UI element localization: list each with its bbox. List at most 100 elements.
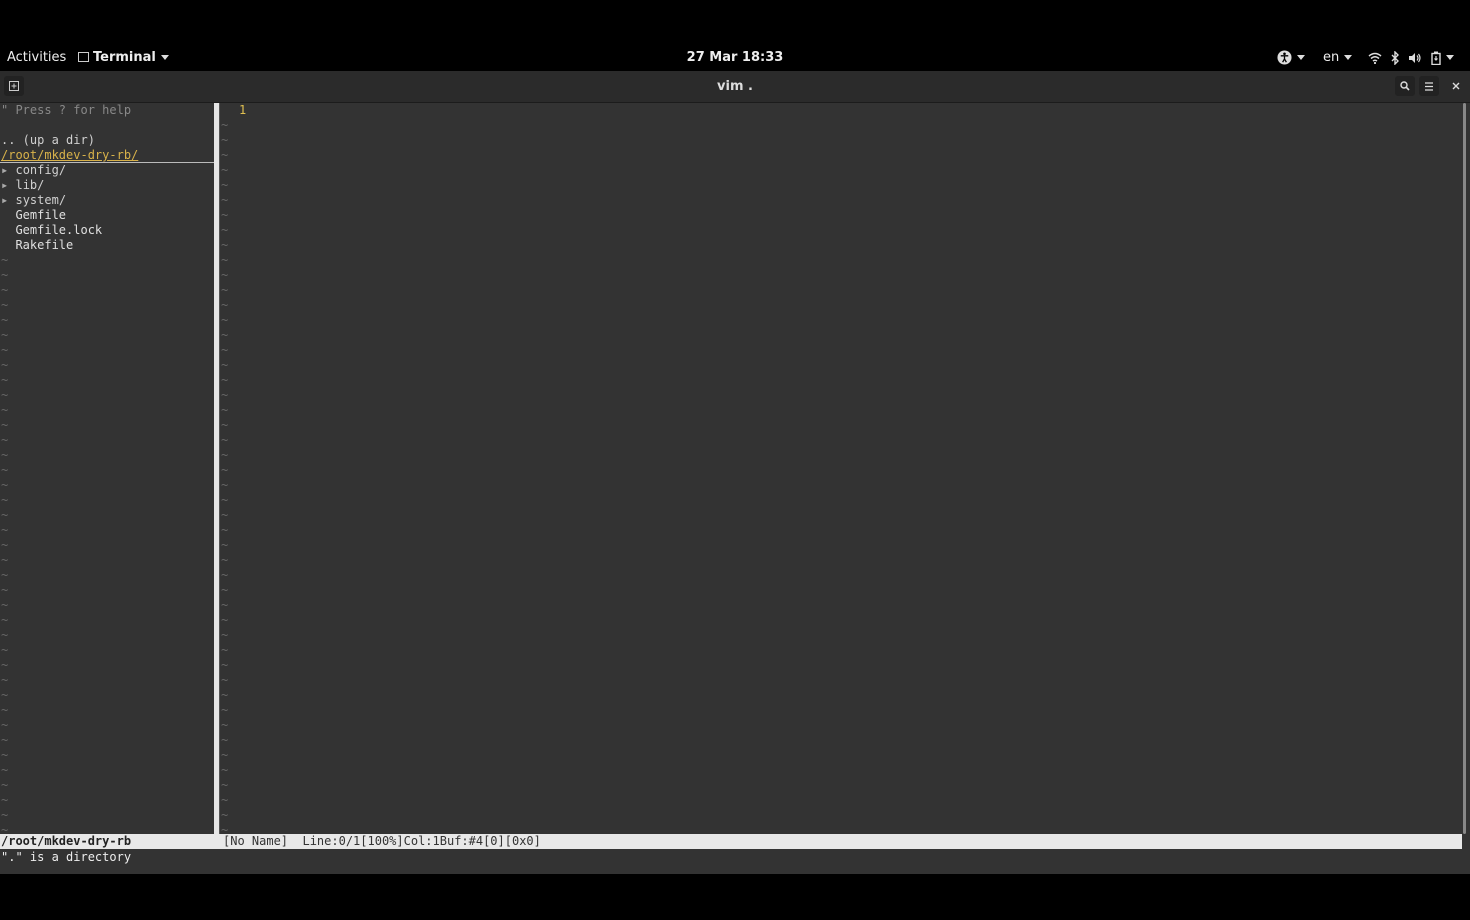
- command-line[interactable]: "." is a directory: [0, 850, 131, 865]
- empty-lines: ~ ~ ~ ~ ~ ~ ~ ~ ~ ~ ~ ~ ~ ~ ~ ~ ~ ~ ~ ~ ~ ~ ~ ~ ~ ~ ~ ~ ~ ~ ~ ~ ~ ~ ~ ~ ~ ~ ~: [0, 253, 214, 833]
- empty-line-marker: ~: [221, 223, 229, 237]
- empty-line-marker: ~: [221, 823, 229, 833]
- tree-item-label: lib/: [15, 178, 45, 192]
- close-button[interactable]: [1446, 76, 1466, 96]
- tree-item[interactable]: Gemfile: [0, 208, 214, 223]
- empty-line-marker: ~: [221, 583, 229, 597]
- empty-line-marker: ~: [221, 733, 229, 747]
- empty-line-marker: ~: [221, 628, 229, 642]
- empty-line-marker: ~: [221, 523, 229, 537]
- tree-item[interactable]: Gemfile.lock: [0, 223, 214, 238]
- empty-line-marker: ~: [221, 688, 229, 702]
- empty-line-marker: ~: [1, 433, 9, 447]
- search-button[interactable]: [1395, 76, 1415, 96]
- nerdtree-pane[interactable]: " Press ? for help .. (up a dir) /root/m…: [0, 103, 214, 833]
- language-label: en: [1323, 50, 1340, 65]
- line-number: 1: [239, 103, 247, 117]
- chevron-down-icon: [1344, 55, 1353, 60]
- empty-line-marker: ~: [1, 418, 9, 432]
- tree-item-label: Gemfile: [15, 208, 67, 222]
- empty-line-marker: ~: [221, 163, 229, 177]
- empty-line-marker: ~: [221, 673, 229, 687]
- empty-line-marker: ~: [221, 418, 229, 432]
- empty-line-marker: ~: [1, 673, 9, 687]
- hamburger-icon: [1425, 81, 1433, 91]
- empty-line-marker: ~: [1, 763, 9, 777]
- empty-line-marker: ~: [221, 493, 229, 507]
- root-path[interactable]: /root/mkdev-dry-rb/: [1, 148, 138, 162]
- bluetooth-icon: [1391, 49, 1400, 66]
- empty-line-marker: ~: [1, 358, 9, 372]
- header-bar: vim .: [0, 71, 1470, 103]
- empty-line-marker: ~: [1, 718, 9, 732]
- system-menu[interactable]: [1368, 45, 1455, 71]
- empty-line-marker: ~: [221, 778, 229, 792]
- tree-item[interactable]: ▸ lib/: [0, 178, 214, 193]
- empty-line-marker: ~: [1, 313, 9, 327]
- empty-line-marker: ~: [221, 463, 229, 477]
- terminal-icon: [78, 51, 89, 62]
- empty-line-marker: ~: [1, 283, 9, 297]
- window-title: vim .: [717, 79, 753, 94]
- empty-line-marker: ~: [221, 508, 229, 522]
- top-bar: Activities Terminal 27 Mar 18:33 en: [0, 45, 1470, 71]
- empty-line-marker: ~: [221, 253, 229, 267]
- triangle-right-icon: ▸: [1, 193, 9, 207]
- empty-line-marker: ~: [1, 328, 9, 342]
- empty-line-marker: ~: [1, 523, 9, 537]
- empty-line-marker: ~: [1, 748, 9, 762]
- empty-line-marker: ~: [221, 793, 229, 807]
- empty-line-marker: ~: [1, 508, 9, 522]
- accessibility-icon: [1277, 50, 1292, 65]
- triangle-right-icon: ▸: [1, 163, 9, 177]
- tree-item[interactable]: ▸ config/: [0, 163, 214, 178]
- app-menu-label: Terminal: [93, 50, 156, 65]
- empty-line-marker: ~: [1, 388, 9, 402]
- empty-line-marker: ~: [221, 313, 229, 327]
- chevron-down-icon: [1297, 55, 1305, 60]
- empty-line-marker: ~: [1, 448, 9, 462]
- scrollbar[interactable]: [1463, 103, 1466, 834]
- empty-line-marker: ~: [1, 373, 9, 387]
- tree-item[interactable]: Rakefile: [0, 238, 214, 253]
- statusline: /root/mkdev-dry-rb [No Name] Line:0/1[10…: [0, 834, 1462, 849]
- editor-status: [No Name] Line:0/1[100%]Col:1Buf:#4[0][0…: [223, 834, 541, 848]
- empty-line-marker: ~: [1, 808, 9, 822]
- empty-line-marker: ~: [221, 388, 229, 402]
- empty-line-marker: ~: [221, 568, 229, 582]
- empty-line-marker: ~: [1, 703, 9, 717]
- empty-line-marker: ~: [1, 598, 9, 612]
- empty-line-marker: ~: [221, 703, 229, 717]
- menu-button[interactable]: [1419, 76, 1439, 96]
- empty-line-marker: ~: [1, 553, 9, 567]
- empty-line-marker: ~: [1, 478, 9, 492]
- empty-line-marker: ~: [221, 328, 229, 342]
- empty-line-marker: ~: [1, 778, 9, 792]
- tree-item-label: Gemfile.lock: [15, 223, 103, 237]
- empty-line-marker: ~: [1, 493, 9, 507]
- empty-line-marker: ~: [1, 568, 9, 582]
- empty-line-marker: ~: [1, 298, 9, 312]
- tree-item-label: Rakefile: [15, 238, 74, 252]
- empty-line-marker: ~: [221, 283, 229, 297]
- empty-line-marker: ~: [221, 358, 229, 372]
- empty-line-marker: ~: [1, 253, 9, 267]
- accessibility-menu[interactable]: [1277, 45, 1305, 71]
- empty-line-marker: ~: [1, 613, 9, 627]
- tree-item-label: config/: [15, 163, 67, 177]
- activities-button[interactable]: Activities: [7, 45, 66, 71]
- up-dir-item[interactable]: .. (up a dir): [0, 133, 214, 148]
- tree-item[interactable]: ▸ system/: [0, 193, 214, 208]
- clock[interactable]: 27 Mar 18:33: [687, 50, 784, 65]
- empty-line-marker: ~: [1, 628, 9, 642]
- empty-line-marker: ~: [221, 238, 229, 252]
- nerdtree-status: /root/mkdev-dry-rb: [0, 834, 215, 849]
- close-icon: [1452, 82, 1460, 90]
- help-hint: " Press ? for help: [1, 103, 132, 117]
- empty-line-marker: ~: [221, 718, 229, 732]
- editor-pane[interactable]: 1 ~ ~ ~ ~ ~ ~ ~ ~ ~ ~ ~ ~ ~ ~ ~ ~ ~ ~ ~ ~ ~ ~ ~ ~ ~ ~ ~ ~ ~ ~ ~ ~ ~ ~ ~ ~ ~ ~…: [220, 103, 1460, 833]
- empty-line-marker: ~: [221, 193, 229, 207]
- language-menu[interactable]: en: [1323, 45, 1353, 71]
- empty-line-marker: ~: [221, 118, 229, 132]
- app-menu[interactable]: Terminal: [78, 45, 169, 71]
